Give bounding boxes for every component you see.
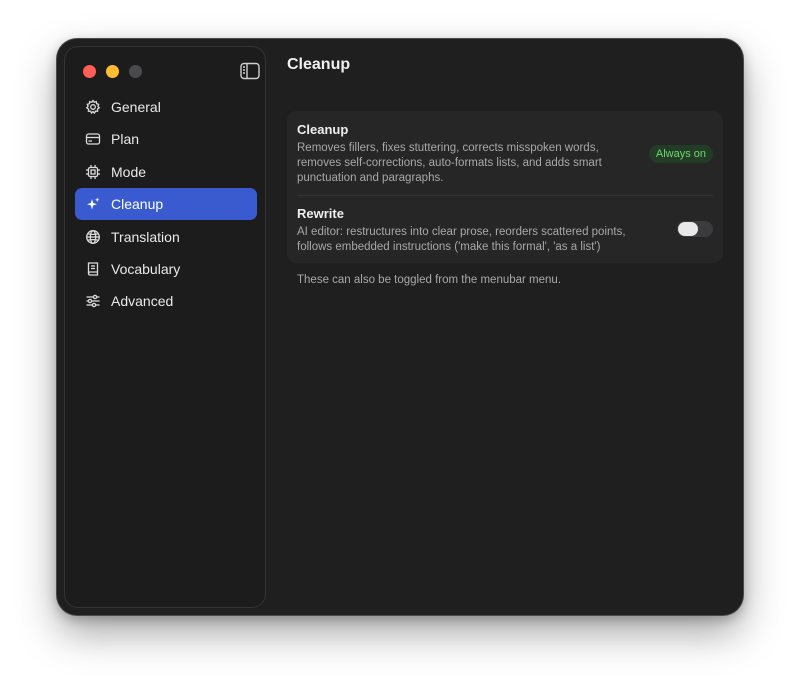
sidebar-item-plan[interactable]: Plan [75,123,257,155]
option-description: AI editor: restructures into clear prose… [297,226,626,253]
footnote: These can also be toggled from the menub… [297,274,562,286]
sidebar-item-advanced[interactable]: Advanced [75,285,257,317]
sidebar-item-label: Cleanup [111,196,164,213]
page-title: Cleanup [287,56,351,73]
rewrite-option-row: Rewrite AI editor: restructures into cle… [297,205,713,257]
cleanup-option-row: Cleanup Removes fillers, fixes stutterin… [297,121,713,194]
close-window-button[interactable] [83,65,96,78]
option-title: Cleanup [297,122,349,137]
card-icon [85,131,101,147]
sidebar-item-label: Mode [111,163,147,180]
zoom-window-button[interactable] [129,65,142,78]
sidebar-item-label: Translation [111,228,180,245]
sidebar-nav: General Plan Mode Cleanup Translation Vo… [75,91,257,318]
option-description: Removes fillers, fixes stuttering, corre… [297,142,602,184]
minimize-window-button[interactable] [106,65,119,78]
toggle-knob [678,222,698,236]
sidebar-item-label: Advanced [111,293,174,310]
globe-icon [85,229,101,245]
sidebar-item-label: Plan [111,131,140,148]
sidebar-item-label: General [111,99,161,115]
sparkle-icon [85,196,101,212]
sidebar-item-translation[interactable]: Translation [75,221,257,253]
sidebar-item-cleanup[interactable]: Cleanup [75,188,257,221]
book-icon [85,261,101,277]
sidebar-toggle-icon[interactable] [240,62,260,80]
chip-icon [85,164,101,180]
divider [297,195,713,196]
option-title: Rewrite [297,206,344,221]
gear-icon [85,99,101,115]
sidebar-item-general[interactable]: General [75,91,257,123]
sidebar-item-label: Vocabulary [111,260,181,277]
sliders-icon [85,293,101,309]
options-card: Cleanup Removes fillers, fixes stutterin… [287,111,723,263]
sidebar-item-vocabulary[interactable]: Vocabulary [75,253,257,285]
settings-window: General Plan Mode Cleanup Translation Vo… [57,39,743,615]
rewrite-toggle[interactable] [677,221,713,237]
sidebar-item-mode[interactable]: Mode [75,156,257,188]
status-badge: Always on [648,145,713,163]
sidebar: General Plan Mode Cleanup Translation Vo… [64,46,266,608]
